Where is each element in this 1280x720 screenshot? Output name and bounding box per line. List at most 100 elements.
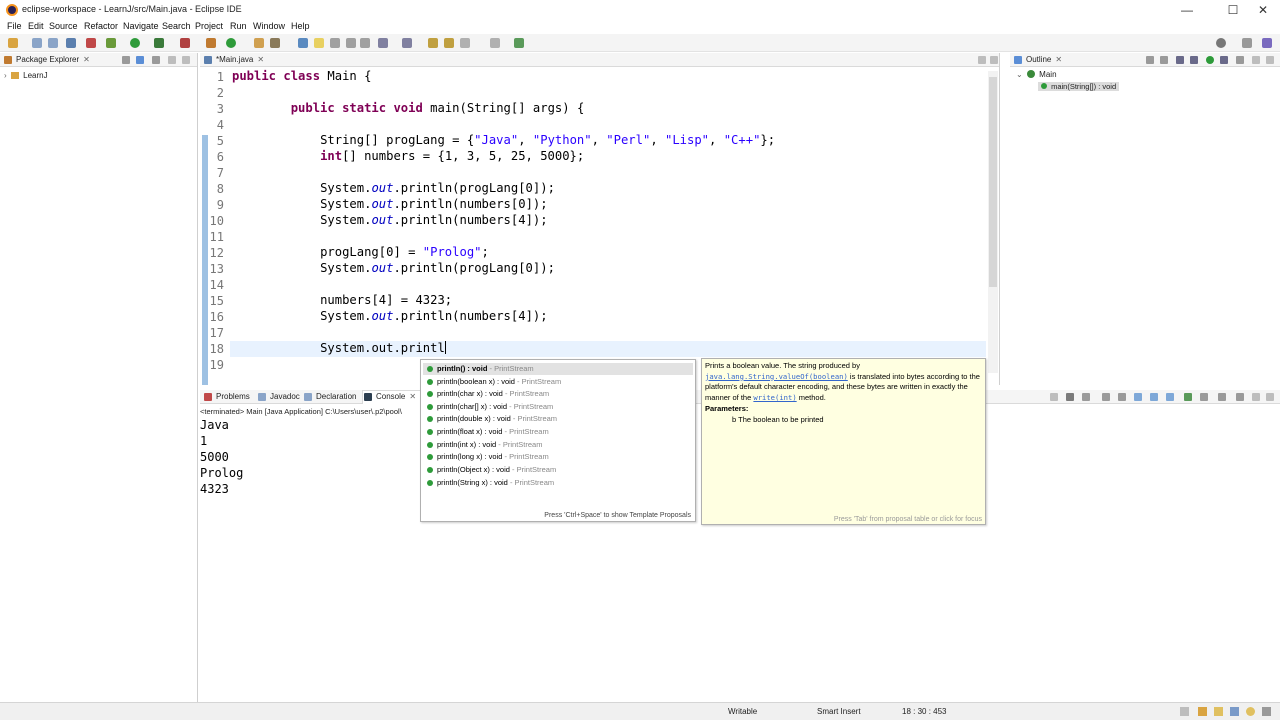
code-line[interactable]: System.out.println(numbers[0]); xyxy=(232,196,775,212)
external-tools-icon[interactable] xyxy=(180,38,190,48)
editor-vertical-scrollbar[interactable] xyxy=(988,71,998,373)
hide-fields-icon[interactable] xyxy=(1176,56,1184,64)
next-annotation-icon[interactable] xyxy=(378,38,388,48)
word-wrap-icon[interactable] xyxy=(346,38,356,48)
terminal-icon[interactable] xyxy=(66,38,76,48)
view-menu-icon[interactable] xyxy=(1236,393,1244,401)
tab-console[interactable]: Console ✕ xyxy=(376,392,416,401)
maximize-button[interactable]: ☐ xyxy=(1216,0,1250,20)
new-java-project-icon[interactable] xyxy=(206,38,216,48)
skip-breakpoints-icon[interactable] xyxy=(86,38,96,48)
back-icon[interactable] xyxy=(444,38,454,48)
code-line[interactable]: System.out.println(numbers[4]); xyxy=(232,308,775,324)
pin-console-icon[interactable] xyxy=(1184,393,1192,401)
maximize-view-icon[interactable] xyxy=(182,56,190,64)
progress-icon[interactable] xyxy=(1180,707,1189,716)
show-on-stdout-icon[interactable] xyxy=(1150,393,1158,401)
tab-javadoc[interactable]: Javadoc xyxy=(270,392,300,401)
project-tree-item[interactable]: › LearnJ xyxy=(4,71,48,80)
hide-nonpublic-icon[interactable] xyxy=(1206,56,1214,64)
proposal-item[interactable]: println(float x) : void - PrintStream xyxy=(423,426,693,438)
clear-console-icon[interactable] xyxy=(1102,393,1110,401)
menu-source[interactable]: Source xyxy=(49,21,78,31)
search-icon[interactable] xyxy=(1216,38,1226,48)
toggle-mark-icon[interactable] xyxy=(298,38,308,48)
code-line[interactable]: System.out.println(numbers[4]); xyxy=(232,212,775,228)
code-line[interactable] xyxy=(232,164,775,180)
menu-run[interactable]: Run xyxy=(230,21,247,31)
menu-help[interactable]: Help xyxy=(291,21,310,31)
code-line[interactable]: System.out.printl xyxy=(232,340,775,356)
chevron-right-icon[interactable]: › xyxy=(4,71,7,80)
minimize-view-icon[interactable] xyxy=(978,56,986,64)
tip-icon[interactable] xyxy=(1214,707,1223,716)
close-icon[interactable]: ✕ xyxy=(409,392,416,401)
show-on-stderr-icon[interactable] xyxy=(1166,393,1174,401)
scroll-lock-icon[interactable] xyxy=(1118,393,1126,401)
search-tool-icon[interactable] xyxy=(270,38,280,48)
open-console-icon[interactable] xyxy=(1218,393,1226,401)
tab-main-java[interactable]: *Main.java ✕ xyxy=(216,55,264,64)
menu-project[interactable]: Project xyxy=(195,21,223,31)
forward-icon[interactable] xyxy=(460,38,470,48)
save-icon[interactable] xyxy=(32,38,42,48)
write-int-link[interactable]: write(int) xyxy=(753,393,796,402)
insert-mode-status[interactable]: Smart Insert xyxy=(817,707,861,716)
scrollbar-thumb[interactable] xyxy=(989,77,997,287)
collapse-all-icon[interactable] xyxy=(1146,56,1154,64)
maximize-view-icon[interactable] xyxy=(1266,393,1274,401)
menu-window[interactable]: Window xyxy=(253,21,285,31)
open-perspective-icon[interactable] xyxy=(514,38,524,48)
proposal-item[interactable]: println(double x) : void - PrintStream xyxy=(423,413,693,425)
close-icon[interactable]: ✕ xyxy=(1055,55,1062,64)
minimize-view-icon[interactable] xyxy=(1252,393,1260,401)
marketplace-icon[interactable] xyxy=(1246,707,1255,716)
tab-package-explorer[interactable]: Package Explorer ✕ xyxy=(16,55,90,64)
menu-file[interactable]: File xyxy=(7,21,22,31)
close-icon[interactable]: ✕ xyxy=(83,55,90,64)
minimize-view-icon[interactable] xyxy=(168,56,176,64)
proposal-item[interactable]: println(char[] x) : void - PrintStream xyxy=(423,401,693,413)
menu-navigate[interactable]: Navigate xyxy=(123,21,159,31)
proposal-item[interactable]: println(boolean x) : void - PrintStream xyxy=(423,376,693,388)
code-line[interactable]: public class Main { xyxy=(232,68,775,84)
tab-problems[interactable]: Problems xyxy=(216,392,250,401)
close-button[interactable]: ✕ xyxy=(1246,0,1280,20)
block-selection-icon[interactable] xyxy=(330,38,340,48)
remove-all-icon[interactable] xyxy=(1082,393,1090,401)
new-class-icon[interactable] xyxy=(226,38,236,48)
javadoc-popup[interactable]: Prints a boolean value. The string produ… xyxy=(701,358,986,525)
open-type-icon[interactable] xyxy=(254,38,264,48)
sort-icon[interactable] xyxy=(1160,56,1168,64)
new-icon[interactable] xyxy=(8,38,18,48)
coverage-icon[interactable] xyxy=(154,38,164,48)
word-wrap-icon[interactable] xyxy=(1134,393,1142,401)
tab-outline[interactable]: Outline ✕ xyxy=(1026,55,1062,64)
java-perspective-icon[interactable] xyxy=(1262,38,1272,48)
highlight-icon[interactable] xyxy=(314,38,324,48)
content-assist-popup[interactable]: println() : void - PrintStream println(b… xyxy=(420,359,696,522)
maximize-view-icon[interactable] xyxy=(990,56,998,64)
outline-class-node[interactable]: ⌄ Main xyxy=(1016,70,1057,79)
terminate-icon[interactable] xyxy=(1050,393,1058,401)
remove-launch-icon[interactable] xyxy=(1066,393,1074,401)
menu-refactor[interactable]: Refactor xyxy=(84,21,118,31)
run-icon[interactable] xyxy=(130,38,140,48)
proposal-item[interactable]: println(char x) : void - PrintStream xyxy=(423,388,693,400)
tab-declaration[interactable]: Declaration xyxy=(316,392,356,401)
code-line[interactable]: progLang[0] = "Prolog"; xyxy=(232,244,775,260)
code-line[interactable] xyxy=(232,228,775,244)
update-icon[interactable] xyxy=(1230,707,1239,716)
hide-static-icon[interactable] xyxy=(1190,56,1198,64)
hide-local-types-icon[interactable] xyxy=(1220,56,1228,64)
minimize-view-icon[interactable] xyxy=(1252,56,1260,64)
proposal-item[interactable]: println() : void - PrintStream xyxy=(423,363,693,375)
proposal-item[interactable]: println(long x) : void - PrintStream xyxy=(423,451,693,463)
code-line[interactable]: System.out.println(progLang[0]); xyxy=(232,180,775,196)
code-line[interactable] xyxy=(232,116,775,132)
minimize-button[interactable]: — xyxy=(1170,0,1204,20)
code-text-area[interactable]: public class Main { public static void m… xyxy=(232,68,775,372)
menu-search[interactable]: Search xyxy=(162,21,191,31)
code-line[interactable]: int[] numbers = {1, 3, 5, 25, 5000}; xyxy=(232,148,775,164)
show-whitespace-icon[interactable] xyxy=(360,38,370,48)
